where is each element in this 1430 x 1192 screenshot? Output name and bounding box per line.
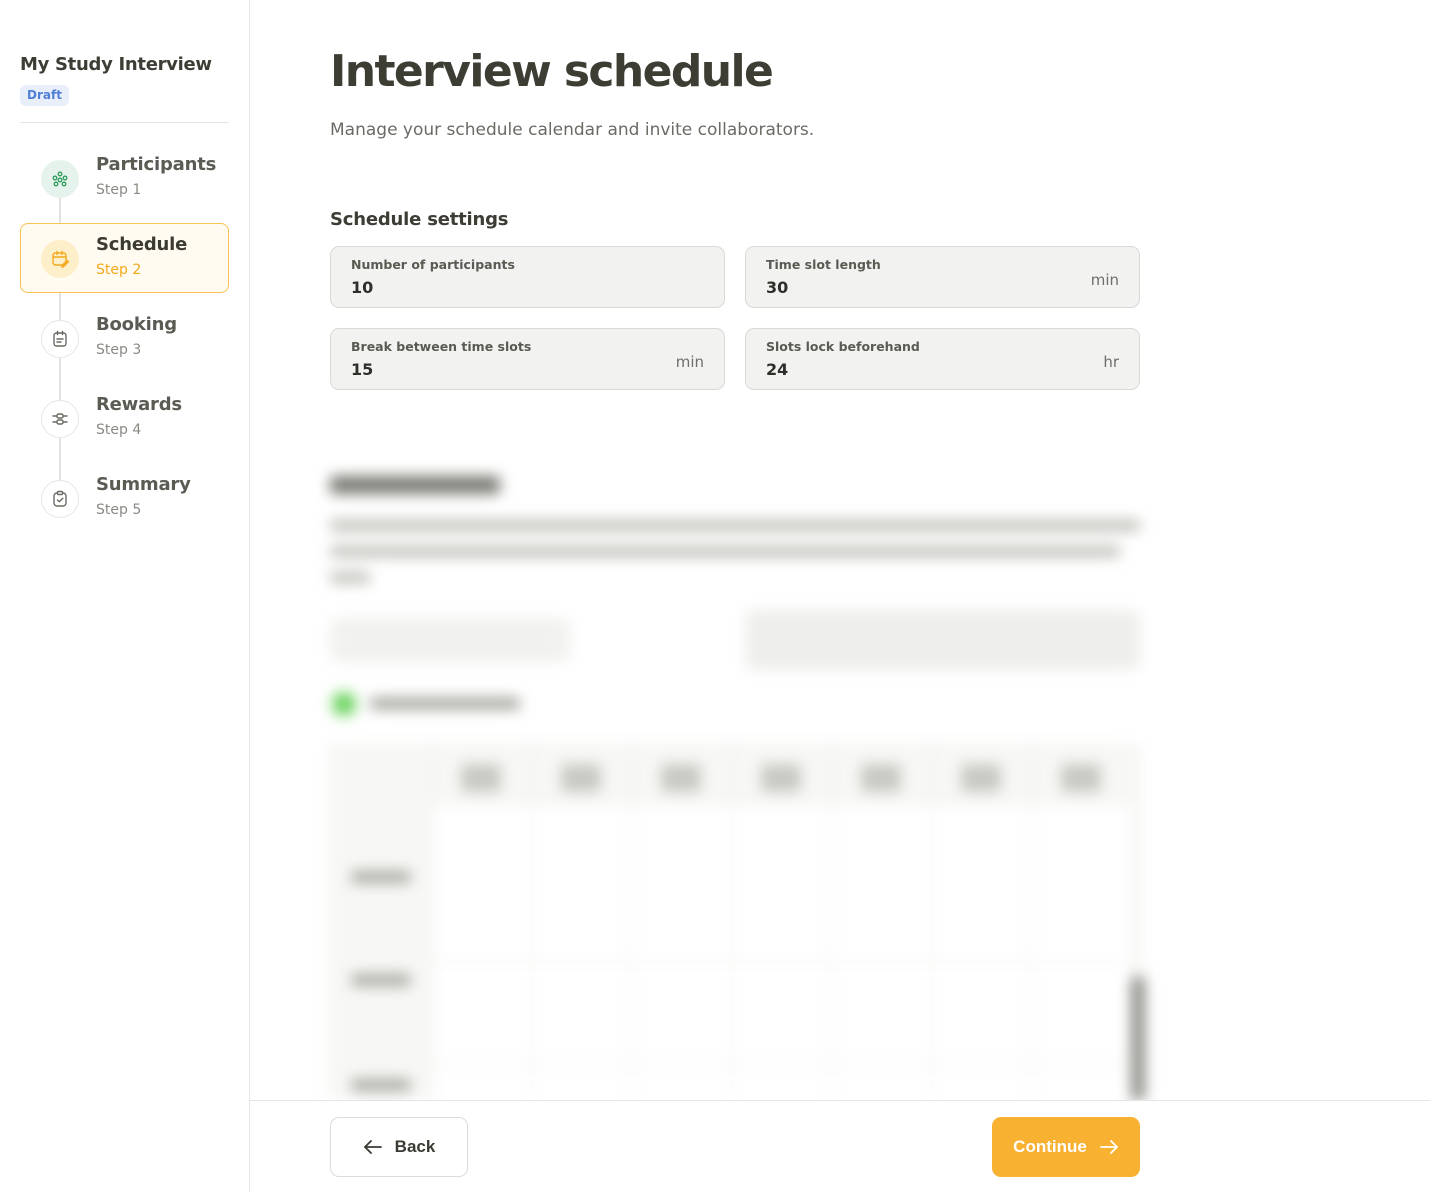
step-label: Schedule (96, 234, 188, 255)
blurred-status-dot (332, 692, 356, 716)
participants-count-input[interactable] (351, 278, 601, 297)
field-label: Number of participants (351, 257, 515, 272)
field-label: Slots lock beforehand (766, 339, 920, 354)
grid-line (531, 746, 532, 1100)
day-header (761, 764, 801, 792)
time-label (351, 871, 411, 883)
blurred-text-line (330, 546, 1120, 557)
study-title: My Study Interview (20, 54, 212, 75)
arrow-left-icon (363, 1139, 383, 1155)
step-number: Step 4 (96, 422, 142, 438)
arrow-right-icon (1099, 1139, 1119, 1155)
scrollbar (1131, 976, 1145, 1100)
step-label: Summary (96, 474, 191, 495)
step-number: Step 2 (96, 262, 142, 278)
back-button[interactable]: Back (330, 1117, 468, 1177)
step-summary[interactable]: Summary Step 5 (20, 463, 229, 533)
grid-line (831, 746, 832, 1100)
day-header (961, 764, 1001, 792)
blurred-text-line (330, 520, 1140, 531)
field-unit: hr (1103, 353, 1119, 371)
calendar-body (431, 806, 1131, 1100)
continue-label: Continue (1013, 1137, 1087, 1156)
grid-line (631, 746, 632, 1100)
sliders-icon (41, 400, 79, 438)
field-label: Time slot length (766, 257, 881, 272)
grid-line (431, 746, 432, 1100)
step-number: Step 1 (96, 182, 142, 198)
day-header (461, 764, 501, 792)
grid-line (1031, 746, 1032, 1100)
field-unit: min (1090, 271, 1119, 289)
time-slot-length-field[interactable]: Time slot length min (745, 246, 1140, 308)
blurred-calendar-section (318, 460, 1158, 1100)
calendar-icon (41, 320, 79, 358)
time-label (351, 974, 411, 986)
step-rewards[interactable]: Rewards Step 4 (20, 383, 229, 453)
blurred-calendar-grid (330, 745, 1145, 1100)
clipboard-check-icon (41, 480, 79, 518)
step-label: Rewards (96, 394, 182, 415)
time-label (351, 1079, 411, 1091)
day-header (661, 764, 701, 792)
day-header (561, 764, 601, 792)
step-label: Participants (96, 154, 217, 175)
blurred-select (746, 610, 1140, 670)
day-header (1061, 764, 1101, 792)
day-header (861, 764, 901, 792)
step-number: Step 3 (96, 342, 142, 358)
grid-line (431, 961, 1141, 962)
time-slot-length-input[interactable] (766, 278, 1016, 297)
slots-lock-field[interactable]: Slots lock beforehand hr (745, 328, 1140, 390)
step-label: Booking (96, 314, 177, 335)
blurred-heading (330, 476, 500, 494)
blurred-text-line (370, 698, 520, 709)
grid-line (731, 746, 732, 1100)
step-booking[interactable]: Booking Step 3 (20, 303, 229, 373)
break-between-slots-field[interactable]: Break between time slots min (330, 328, 725, 390)
sidebar-divider (20, 122, 229, 123)
grid-line (931, 746, 932, 1100)
schedule-settings-title: Schedule settings (330, 209, 509, 230)
back-label: Back (394, 1137, 436, 1156)
field-unit: min (675, 353, 704, 371)
sidebar: My Study Interview Draft Participants St… (0, 0, 250, 1192)
blurred-control (330, 618, 570, 662)
status-badge: Draft (20, 85, 69, 106)
participants-count-field[interactable]: Number of participants (330, 246, 725, 308)
blurred-text-line (330, 572, 370, 583)
step-number: Step 5 (96, 502, 142, 518)
footer-divider (250, 1100, 1430, 1101)
calendar-edit-icon (41, 240, 79, 278)
field-label: Break between time slots (351, 339, 532, 354)
continue-button[interactable]: Continue (992, 1117, 1140, 1177)
participants-icon (41, 160, 79, 198)
step-participants[interactable]: Participants Step 1 (20, 143, 229, 213)
slots-lock-input[interactable] (766, 360, 1016, 379)
step-schedule[interactable]: Schedule Step 2 (20, 223, 229, 293)
page-title: Interview schedule (330, 46, 774, 97)
break-between-slots-input[interactable] (351, 360, 601, 379)
grid-line (431, 1064, 1141, 1065)
page-subtitle: Manage your schedule calendar and invite… (330, 120, 815, 140)
